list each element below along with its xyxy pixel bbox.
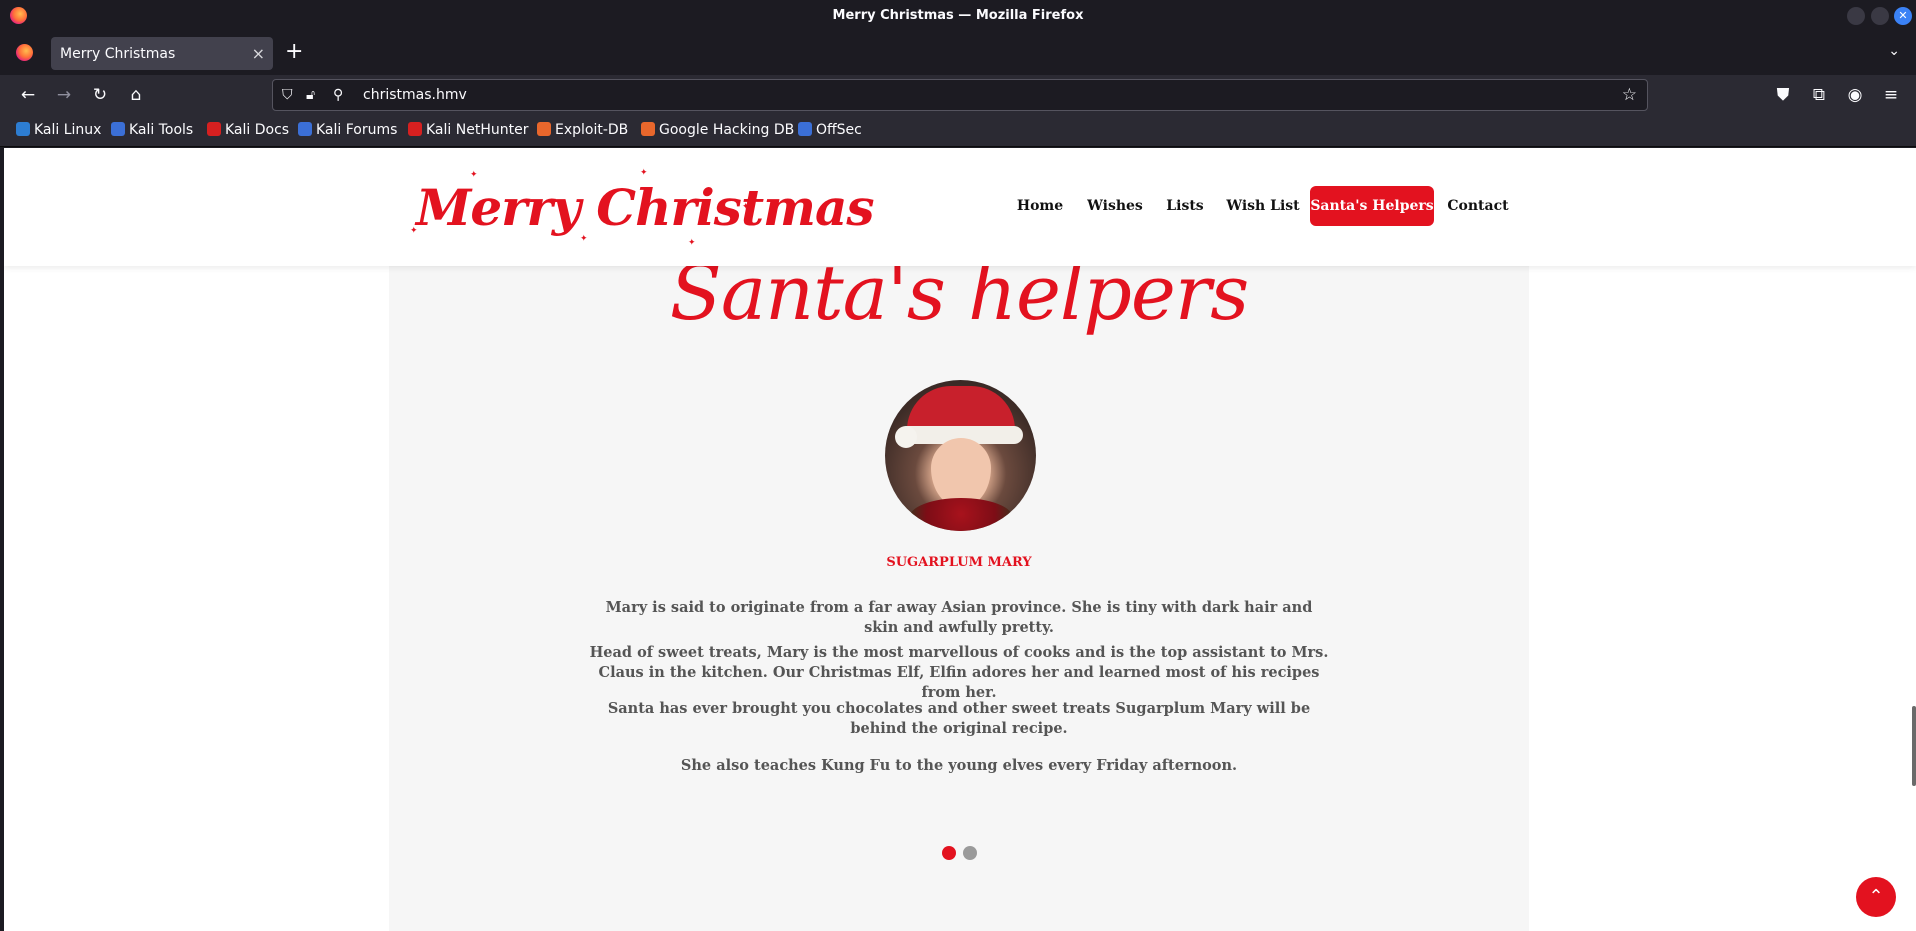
firefox-view-icon[interactable] bbox=[16, 44, 33, 61]
carousel-dot-1[interactable] bbox=[942, 846, 956, 860]
maximize-window-button[interactable] bbox=[1871, 7, 1889, 25]
tab-close-icon[interactable]: × bbox=[252, 44, 265, 63]
bookmark-kali-linux[interactable]: Kali Linux bbox=[16, 122, 101, 138]
kali-tools-icon bbox=[111, 122, 125, 136]
url-input[interactable]: christmas.hmv bbox=[363, 87, 467, 103]
nav-lists[interactable]: Lists bbox=[1159, 186, 1211, 226]
permissions-icon[interactable]: ⚲ bbox=[333, 87, 343, 103]
window-title: Merry Christmas — Mozilla Firefox bbox=[832, 8, 1084, 23]
minimize-window-button[interactable] bbox=[1847, 7, 1865, 25]
helper-paragraph: She also teaches Kung Fu to the young el… bbox=[680, 757, 1238, 774]
bookmark-kali-forums[interactable]: Kali Forums bbox=[298, 122, 397, 138]
forward-arrow-icon[interactable]: → bbox=[53, 84, 75, 106]
window-titlebar: Merry Christmas — Mozilla Firefox ✕ bbox=[0, 0, 1916, 31]
list-all-tabs-button[interactable]: ⌄ bbox=[1888, 43, 1900, 59]
sparkle-icon: ✦ bbox=[470, 170, 478, 180]
helper-paragraph: Mary is said to originate from a far awa… bbox=[605, 599, 1313, 636]
extensions-icon[interactable]: ⧉ bbox=[1808, 84, 1830, 106]
helper-paragraph: Santa has ever brought you chocolates an… bbox=[607, 700, 1311, 737]
bookmark-kali-nethunter[interactable]: Kali NetHunter bbox=[408, 122, 528, 138]
nav-santas-helpers[interactable]: Santa's Helpers bbox=[1310, 186, 1434, 226]
kali-forums-icon bbox=[298, 122, 312, 136]
page-viewport: Santa's helpers Merry Christmas ✦ ✦ ✦ ✦ … bbox=[4, 148, 1916, 931]
site-header: Merry Christmas ✦ ✦ ✦ ✦ ✦ ✦ Home Wishes … bbox=[4, 148, 1916, 266]
kali-docs-icon bbox=[207, 122, 221, 136]
site-logo[interactable]: Merry Christmas ✦ ✦ ✦ ✦ ✦ ✦ bbox=[410, 168, 874, 248]
sparkle-icon: ✦ bbox=[688, 238, 696, 248]
nav-wishes[interactable]: Wishes bbox=[1082, 186, 1148, 226]
back-arrow-icon[interactable]: ← bbox=[17, 84, 39, 106]
bookmark-google-hacking-db[interactable]: Google Hacking DB bbox=[641, 122, 794, 138]
logo-text: Merry Christmas bbox=[416, 178, 874, 237]
bookmarks-toolbar: Kali Linux Kali Tools Kali Docs Kali For… bbox=[0, 115, 1916, 147]
bookmark-kali-docs[interactable]: Kali Docs bbox=[207, 122, 289, 138]
kali-linux-icon bbox=[16, 122, 30, 136]
tab-label: Merry Christmas bbox=[60, 46, 176, 62]
helper-avatar bbox=[885, 380, 1036, 531]
nav-wish-list[interactable]: Wish List bbox=[1222, 186, 1304, 226]
page-scrollbar[interactable] bbox=[1912, 706, 1916, 786]
nav-contact[interactable]: Contact bbox=[1442, 186, 1514, 226]
navigation-toolbar: ← → ↻ ⌂ ⛉ 🔓︎ ⚲ christmas.hmv ☆ ⛊ ⧉ ◉ ≡ bbox=[0, 75, 1916, 115]
new-tab-button[interactable]: + bbox=[285, 41, 303, 63]
nav-home[interactable]: Home bbox=[1010, 186, 1070, 226]
sparkle-icon: ✦ bbox=[410, 226, 418, 236]
hamburger-menu-icon[interactable]: ≡ bbox=[1880, 84, 1902, 106]
home-icon[interactable]: ⌂ bbox=[125, 84, 147, 106]
carousel-dot-2[interactable] bbox=[963, 846, 977, 860]
kali-nethunter-icon bbox=[408, 122, 422, 136]
exploit-db-icon bbox=[537, 122, 551, 136]
offsec-icon bbox=[798, 122, 812, 136]
bookmark-offsec[interactable]: OffSec bbox=[798, 122, 862, 138]
shield-icon[interactable]: ⛉ bbox=[282, 87, 293, 103]
account-icon[interactable]: ◉ bbox=[1844, 84, 1866, 106]
google-hacking-db-icon bbox=[641, 122, 655, 136]
close-window-button[interactable]: ✕ bbox=[1894, 7, 1912, 25]
helper-name: SUGARPLUM MARY bbox=[886, 555, 1032, 570]
tab-bar: Merry Christmas × + ⌄ bbox=[0, 31, 1916, 75]
chevron-up-icon: ⌃ bbox=[1868, 886, 1884, 907]
reload-icon[interactable]: ↻ bbox=[89, 84, 111, 106]
tab-merry-christmas[interactable]: Merry Christmas × bbox=[51, 37, 273, 70]
sparkle-icon: ✦ bbox=[742, 202, 750, 212]
address-bar[interactable]: ⛉ 🔓︎ ⚲ christmas.hmv ☆ bbox=[272, 79, 1648, 111]
helper-paragraph: Head of sweet treats, Mary is the most m… bbox=[589, 644, 1329, 701]
pocket-icon[interactable]: ⛊ bbox=[1772, 84, 1794, 106]
bookmark-kali-tools[interactable]: Kali Tools bbox=[111, 122, 193, 138]
sparkle-icon: ✦ bbox=[580, 234, 588, 244]
star-icon[interactable]: ☆ bbox=[1622, 85, 1637, 105]
lock-icon[interactable]: 🔓︎ bbox=[306, 87, 315, 103]
sparkle-icon: ✦ bbox=[640, 168, 648, 178]
bookmark-exploit-db[interactable]: Exploit-DB bbox=[537, 122, 628, 138]
back-to-top-button[interactable]: ⌃ bbox=[1856, 877, 1896, 917]
